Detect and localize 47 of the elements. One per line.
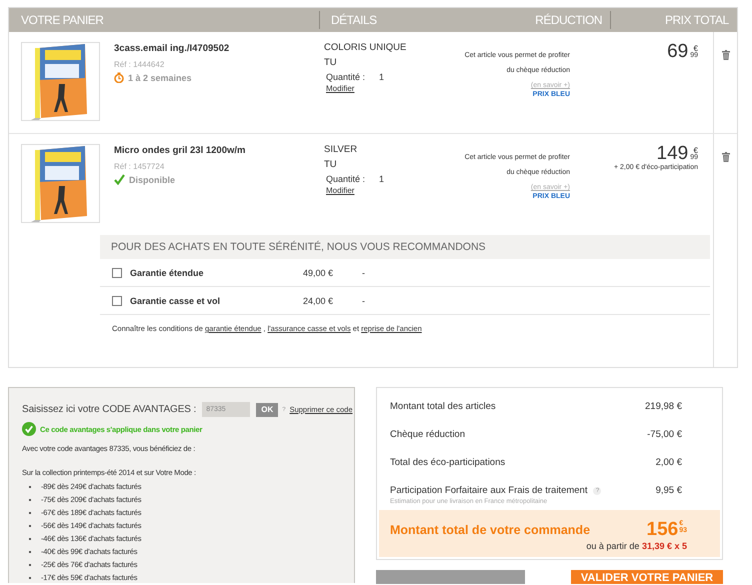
summary-value: 219,98 €: [645, 401, 682, 412]
checkbox[interactable]: [112, 296, 122, 306]
quantity-value: 1: [379, 174, 384, 184]
modify-link[interactable]: Modifier: [326, 84, 354, 93]
check-icon: [22, 422, 36, 436]
trash-icon[interactable]: [722, 50, 730, 60]
option-value: -: [362, 296, 365, 306]
recommendation-header: POUR DES ACHATS EN TOUTE SÉRÉNITÉ, NOUS VOUS RECOMMANDONS: [100, 235, 710, 259]
column-header: RÉDUCTION: [535, 12, 602, 29]
availability-label: Disponible: [129, 174, 176, 184]
quantity-value: 1: [379, 72, 384, 82]
quantity-label: Quantité :: [326, 174, 366, 184]
validate-cart-button[interactable]: VALIDER VOTRE PANIER: [571, 570, 723, 584]
product-name: Micro ondes gril 23l 1200w/m: [114, 145, 246, 156]
availability-label: 1 à 2 semaines: [128, 72, 192, 82]
installment-text: ou à partir de 31,39 € x 5: [585, 541, 687, 551]
column-header: VOTRE PANIER: [20, 12, 104, 29]
checkbox[interactable]: [112, 268, 122, 278]
option-label: Garantie casse et vol: [130, 296, 222, 306]
modify-link[interactable]: Modifier: [326, 186, 354, 195]
ok-button[interactable]: OK: [256, 402, 278, 416]
product-reference: Réf : 1444642: [114, 60, 166, 69]
summary-label: Participation Forfaitaire aux Frais de traitement: [390, 485, 588, 496]
promo-code-label: Saisissez ici votre CODE AVANTAGES :: [22, 404, 196, 415]
quantity-label: Quantité :: [326, 72, 366, 82]
summary-value: -75,00 €: [647, 429, 682, 440]
summary-label: Chèque réduction: [390, 429, 465, 440]
product-reference: Réf : 1457724: [114, 162, 166, 171]
trash-icon[interactable]: [722, 152, 730, 162]
summary-label: Montant total des articles: [390, 401, 496, 412]
detail-text: SILVER: [324, 144, 358, 155]
option-value: -: [362, 268, 365, 278]
detail-text: COLORIS UNIQUE: [324, 42, 408, 53]
summary-value: 9,95 €: [656, 485, 682, 496]
option-price: 49,00 €: [303, 268, 334, 278]
column-header: DÉTAILS: [319, 11, 536, 29]
total-label: Montant total de votre commande: [390, 522, 590, 536]
column-header: PRIX TOTAL: [610, 11, 737, 29]
option-label: Garantie étendue: [130, 268, 205, 278]
summary-label: Total des éco-participations: [390, 457, 506, 468]
detail-text: TU: [324, 159, 338, 170]
detail-text: TU: [324, 57, 338, 68]
option-price: 24,00 €: [303, 296, 334, 306]
check-icon: [114, 174, 125, 185]
timer-icon: [114, 72, 124, 83]
summary-value: 2,00 €: [656, 457, 682, 468]
product-name: 3cass.email ing./I4709502: [114, 43, 230, 54]
